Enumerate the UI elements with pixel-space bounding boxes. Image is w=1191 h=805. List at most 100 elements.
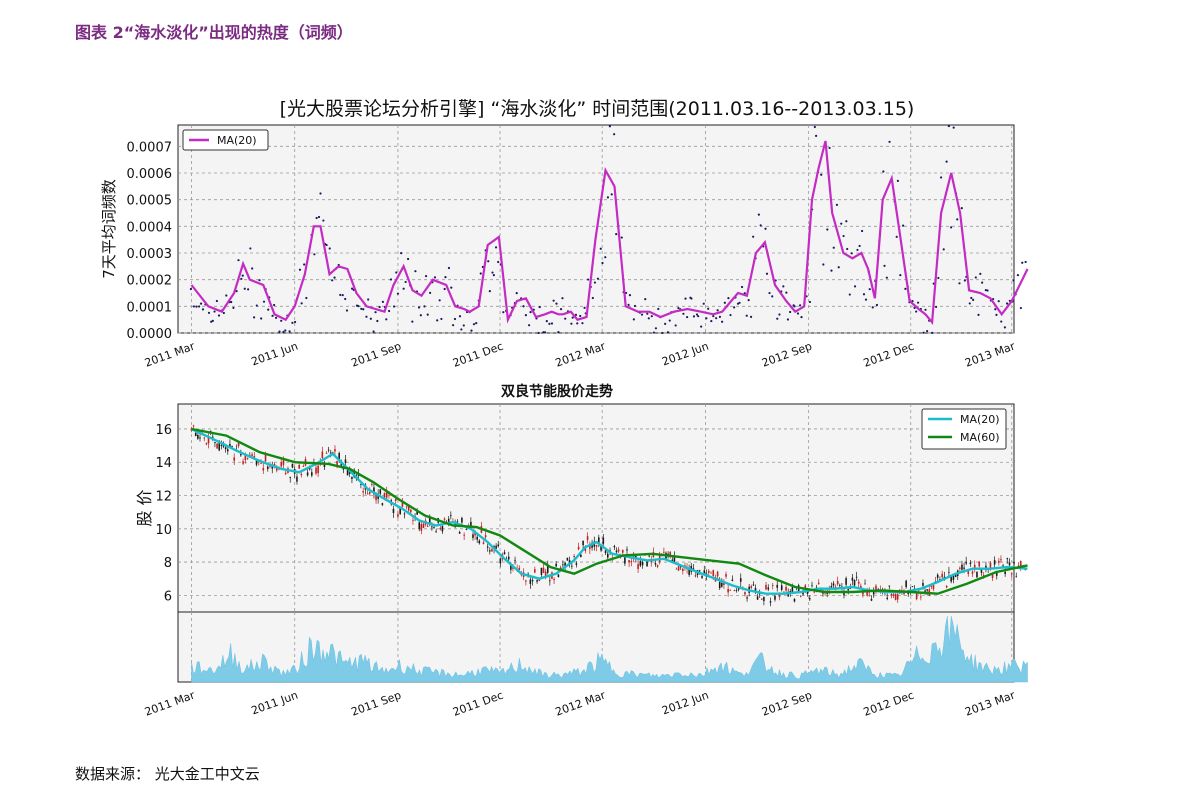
- mid-candle-body: [725, 574, 727, 577]
- mid-candle-body: [718, 582, 721, 589]
- top-dot: [395, 271, 398, 274]
- mid-candle-body: [555, 563, 557, 567]
- top-dot: [492, 273, 495, 277]
- top-dot: [628, 294, 632, 297]
- mid-candle-body: [317, 465, 319, 474]
- mid-candle-body: [675, 568, 678, 570]
- mid-candle-body: [920, 596, 922, 598]
- mid-candle-body: [721, 582, 723, 587]
- mid-candle-body: [216, 443, 218, 449]
- mid-candle-body: [744, 592, 746, 595]
- mid-candle-body: [965, 561, 967, 564]
- top-dot: [400, 252, 403, 255]
- mid-candle-body: [624, 557, 626, 564]
- mid-candle-body: [251, 454, 253, 457]
- mid-candle-body: [403, 513, 406, 515]
- mid-candle-body: [602, 537, 605, 544]
- top-dot: [842, 234, 845, 238]
- mid-legend: MA(20) MA(60): [921, 408, 1007, 450]
- top-dot: [1019, 306, 1022, 310]
- mid-candle-body: [351, 476, 353, 479]
- top-dot: [654, 327, 658, 330]
- top-dot: [528, 324, 531, 327]
- mid-candle-body: [461, 517, 463, 523]
- top-dot: [771, 295, 774, 298]
- top-dot: [596, 277, 600, 280]
- vol-x-tick-label: 2012 Jun: [660, 689, 710, 718]
- top-dot: [977, 313, 980, 316]
- mid-candle-body: [582, 540, 584, 546]
- top-dot: [727, 297, 730, 300]
- mid-candle-body: [203, 437, 206, 439]
- top-dot: [620, 236, 623, 239]
- top-dot: [738, 301, 741, 304]
- mid-candle-body: [284, 472, 287, 475]
- top-dot: [752, 235, 755, 238]
- mid-candle-body: [756, 596, 759, 600]
- mid-candle-body: [750, 586, 753, 588]
- top-dot: [745, 314, 748, 317]
- top-dot: [428, 291, 432, 295]
- top-dot: [524, 314, 527, 317]
- top-dot: [522, 305, 525, 308]
- mid-candle-body: [774, 595, 776, 600]
- top-dot: [926, 329, 929, 333]
- top-dot: [947, 124, 950, 128]
- mid-candle-body: [989, 562, 992, 569]
- top-dot: [494, 246, 498, 249]
- mid-candle-body: [945, 585, 948, 588]
- mid-candle-body: [978, 561, 981, 567]
- mid-candle-body: [677, 566, 680, 571]
- top-dot: [822, 263, 825, 266]
- top-dot: [447, 266, 451, 270]
- mid-candle-body: [763, 596, 765, 602]
- mid-candle-body: [344, 459, 347, 463]
- top-dot: [657, 307, 660, 311]
- top-dot: [606, 196, 610, 199]
- top-dot: [974, 276, 977, 279]
- mid-candle-body: [698, 570, 701, 572]
- mid-candle-body: [1015, 576, 1018, 578]
- mid-candle-body: [573, 555, 575, 557]
- top-dot: [684, 297, 687, 300]
- top-dot: [460, 328, 463, 331]
- vol-x-tick-label: 2012 Sep: [760, 689, 814, 719]
- mid-candle-body: [529, 579, 532, 584]
- top-dot: [931, 331, 934, 334]
- mid-candle-body: [586, 536, 589, 541]
- mid-candle-body: [628, 560, 630, 563]
- top-dot: [240, 277, 243, 280]
- top-dot: [579, 314, 582, 318]
- top-dot: [599, 247, 602, 250]
- top-dot: [759, 224, 762, 227]
- top-dot: [749, 315, 753, 318]
- top-dot: [610, 193, 613, 196]
- top-dot: [710, 319, 713, 323]
- mid-plot-area: [177, 403, 1015, 613]
- top-dot: [201, 308, 205, 311]
- top-dot: [858, 244, 861, 248]
- top-y-tick-label: 0.0003: [127, 247, 173, 262]
- top-dot: [757, 213, 760, 216]
- mid-candle-body: [264, 454, 267, 462]
- mid-candle-body: [422, 523, 425, 528]
- mid-candle-body: [197, 434, 199, 439]
- top-y-tick-label: 0.0001: [127, 300, 173, 315]
- mid-candle-body: [870, 598, 873, 601]
- mid-candle-body: [199, 437, 201, 439]
- mid-candle-body: [484, 535, 487, 538]
- top-dot: [571, 316, 574, 319]
- top-dot: [213, 310, 216, 313]
- mid-candle-body: [771, 585, 774, 586]
- top-dot: [345, 309, 349, 312]
- mid-candle-body: [371, 484, 373, 485]
- top-dot: [924, 308, 927, 311]
- top-dot: [1005, 302, 1009, 305]
- top-dot: [328, 247, 331, 250]
- mid-candle-body: [703, 570, 706, 574]
- mid-candle-body: [922, 582, 924, 586]
- mid-candle-body: [767, 587, 770, 590]
- top-dot: [502, 311, 505, 314]
- top-dot: [968, 302, 971, 305]
- top-dot: [915, 310, 918, 313]
